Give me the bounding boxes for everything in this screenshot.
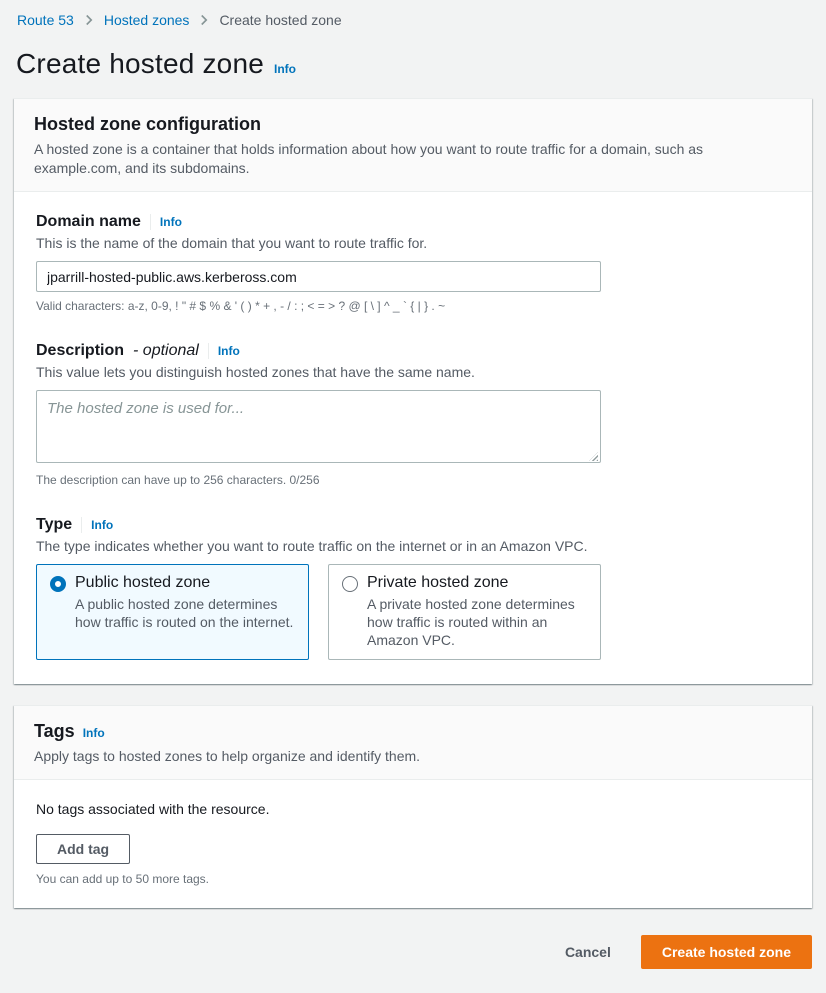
type-label: Type bbox=[36, 516, 73, 533]
tags-description: Apply tags to hosted zones to help organ… bbox=[34, 748, 421, 764]
page-title-row: Create hosted zone Info bbox=[16, 48, 810, 80]
add-tag-button[interactable]: Add tag bbox=[36, 834, 131, 864]
tags-panel: Tags Info Apply tags to hosted zones to … bbox=[14, 705, 812, 908]
cancel-button[interactable]: Cancel bbox=[551, 938, 625, 966]
footer-actions: Cancel Create hosted zone bbox=[14, 935, 812, 969]
private-hosted-zone-description: A private hosted zone determines how tra… bbox=[367, 596, 575, 648]
tags-title: Tags bbox=[34, 721, 75, 741]
breadcrumb-route53-link[interactable]: Route 53 bbox=[17, 12, 74, 28]
type-field: Type Info The type indicates whether you… bbox=[36, 516, 792, 660]
tags-header: Tags Info Apply tags to hosted zones to … bbox=[14, 706, 812, 780]
hosted-zone-configuration-title: Hosted zone configuration bbox=[34, 114, 261, 134]
private-hosted-zone-option[interactable]: Private hosted zone A private hosted zon… bbox=[328, 564, 601, 660]
public-hosted-zone-description: A public hosted zone determines how traf… bbox=[75, 596, 294, 630]
domain-name-label: Domain name bbox=[36, 213, 141, 230]
page-title-info-link[interactable]: Info bbox=[274, 62, 296, 76]
public-hosted-zone-option[interactable]: Public hosted zone A public hosted zone … bbox=[36, 564, 309, 660]
label-divider bbox=[207, 343, 209, 359]
type-info-link[interactable]: Info bbox=[91, 518, 113, 532]
page: Route 53 Hosted zones Create hosted zone… bbox=[0, 0, 826, 993]
domain-name-description: This is the name of the domain that you … bbox=[36, 235, 428, 251]
description-info-link[interactable]: Info bbox=[218, 344, 240, 358]
tags-empty-message: No tags associated with the resource. bbox=[36, 801, 270, 817]
label-divider bbox=[81, 517, 83, 533]
type-description: The type indicates whether you want to r… bbox=[36, 538, 588, 554]
public-hosted-zone-title: Public hosted zone bbox=[75, 574, 211, 591]
description-description: This value lets you distinguish hosted z… bbox=[36, 364, 475, 380]
domain-name-field: Domain name Info This is the name of the… bbox=[36, 213, 792, 313]
breadcrumb-current: Create hosted zone bbox=[219, 12, 342, 28]
description-field: Description - optional Info This value l… bbox=[36, 342, 792, 487]
domain-name-input[interactable] bbox=[36, 261, 601, 292]
breadcrumb-hosted-zones-link[interactable]: Hosted zones bbox=[104, 12, 190, 28]
page-title: Create hosted zone bbox=[16, 48, 264, 79]
hosted-zone-configuration-description: A hosted zone is a container that holds … bbox=[34, 141, 704, 176]
description-label: Description bbox=[36, 342, 125, 359]
tags-info-link[interactable]: Info bbox=[83, 726, 105, 740]
tags-constraint: You can add up to 50 more tags. bbox=[36, 872, 210, 886]
hosted-zone-configuration-panel: Hosted zone configuration A hosted zone … bbox=[14, 98, 812, 684]
hosted-zone-configuration-body: Domain name Info This is the name of the… bbox=[14, 192, 812, 684]
description-constraint: The description can have up to 256 chara… bbox=[36, 473, 320, 487]
private-hosted-zone-title: Private hosted zone bbox=[367, 574, 509, 591]
description-optional-label: - optional bbox=[133, 342, 199, 359]
hosted-zone-configuration-header: Hosted zone configuration A hosted zone … bbox=[14, 99, 812, 192]
tags-body: No tags associated with the resource. Ad… bbox=[14, 780, 812, 908]
radio-selected-icon[interactable] bbox=[50, 576, 66, 592]
type-options: Public hosted zone A public hosted zone … bbox=[36, 564, 792, 660]
chevron-right-icon bbox=[198, 14, 210, 26]
label-divider bbox=[149, 214, 151, 230]
create-hosted-zone-button[interactable]: Create hosted zone bbox=[640, 935, 812, 969]
description-textarea[interactable] bbox=[36, 390, 601, 463]
radio-unselected-icon[interactable] bbox=[342, 576, 358, 592]
domain-name-info-link[interactable]: Info bbox=[160, 215, 182, 229]
chevron-right-icon bbox=[83, 14, 95, 26]
breadcrumb: Route 53 Hosted zones Create hosted zone bbox=[14, 0, 812, 32]
domain-name-constraint: Valid characters: a-z, 0-9, ! " # $ % & … bbox=[36, 299, 446, 313]
